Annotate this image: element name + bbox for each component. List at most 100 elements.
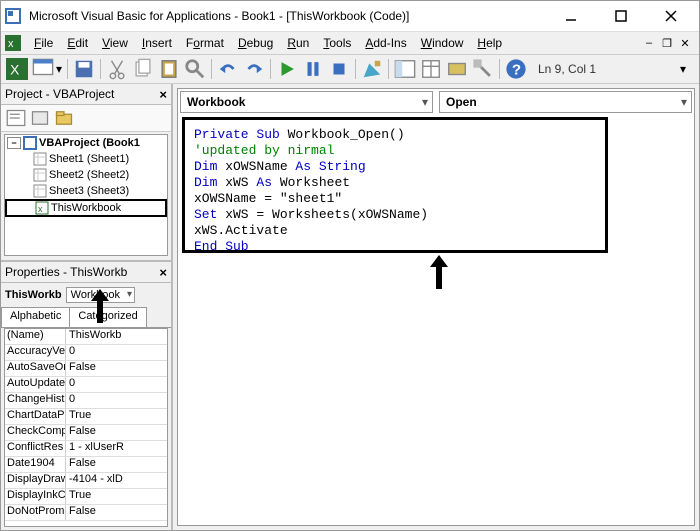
close-button[interactable] <box>655 6 687 26</box>
view-object-icon[interactable] <box>29 108 51 128</box>
menu-help[interactable]: Help <box>470 34 509 52</box>
project-toolbar <box>1 105 171 132</box>
property-value[interactable]: 1 - xlUserR <box>66 441 167 456</box>
property-row[interactable]: AutoUpdate0 <box>5 377 167 393</box>
property-value[interactable]: False <box>66 425 167 440</box>
project-panel-title: Project - VBAProject <box>5 87 114 101</box>
toggle-folders-icon[interactable] <box>53 108 75 128</box>
code-token: 'updated by nirmal <box>194 143 334 158</box>
property-row[interactable]: ChangeHist0 <box>5 393 167 409</box>
worksheet-icon <box>33 184 47 198</box>
menu-run[interactable]: Run <box>280 34 316 52</box>
design-mode-icon[interactable] <box>360 57 384 81</box>
properties-panel: Properties - ThisWorkb × ThisWorkb Workb… <box>1 260 171 530</box>
break-icon[interactable] <box>301 57 325 81</box>
code-editor[interactable]: Private Sub Workbook_Open() 'updated by … <box>178 115 694 525</box>
property-row[interactable]: ChartDataPTrue <box>5 409 167 425</box>
property-value[interactable]: 0 <box>66 377 167 392</box>
paste-icon[interactable] <box>157 57 181 81</box>
code-token: Set <box>194 207 217 222</box>
property-row[interactable]: (Name)ThisWorkb <box>5 329 167 345</box>
mdi-minimize-button[interactable]: – <box>641 36 657 50</box>
project-root-label: VBAProject (Book1 <box>39 137 140 149</box>
project-explorer-icon[interactable] <box>393 57 417 81</box>
project-root[interactable]: − VBAProject (Book1 <box>5 135 167 151</box>
undo-icon[interactable] <box>216 57 240 81</box>
tree-thisworkbook[interactable]: x ThisWorkbook <box>5 199 167 217</box>
object-browser-icon[interactable] <box>445 57 469 81</box>
toolbar-options-dropdown[interactable]: ▾ <box>671 57 695 81</box>
cut-icon[interactable] <box>105 57 129 81</box>
project-tree[interactable]: − VBAProject (Book1 Sheet1 (Sheet1) Shee… <box>4 134 168 256</box>
property-name: ChartDataP <box>5 409 66 424</box>
properties-window-icon[interactable] <box>419 57 443 81</box>
code-token: Worksheet <box>272 175 350 190</box>
redo-icon[interactable] <box>242 57 266 81</box>
menu-tools[interactable]: Tools <box>316 34 358 52</box>
worksheet-icon <box>33 168 47 182</box>
insert-module-icon[interactable] <box>31 57 55 81</box>
property-value[interactable]: True <box>66 409 167 424</box>
properties-panel-close-icon[interactable]: × <box>159 265 167 280</box>
tree-sheet2[interactable]: Sheet2 (Sheet2) <box>5 167 167 183</box>
property-row[interactable]: Date1904False <box>5 457 167 473</box>
tree-collapse-icon[interactable]: − <box>7 137 21 149</box>
property-row[interactable]: CheckCompFalse <box>5 425 167 441</box>
tree-sheet3[interactable]: Sheet3 (Sheet3) <box>5 183 167 199</box>
toolbox-icon[interactable] <box>471 57 495 81</box>
property-row[interactable]: AutoSaveOnFalse <box>5 361 167 377</box>
property-value[interactable]: True <box>66 489 167 504</box>
property-row[interactable]: ConflictRes1 - xlUserR <box>5 441 167 457</box>
property-name: CheckComp <box>5 425 66 440</box>
menu-file[interactable]: File <box>27 34 60 52</box>
window-title: Microsoft Visual Basic for Applications … <box>27 9 555 23</box>
property-name: AccuracyVe <box>5 345 66 360</box>
property-row[interactable]: DoNotPromptFalse <box>5 505 167 521</box>
menu-view[interactable]: View <box>95 34 135 52</box>
procedure-dropdown-value: Open <box>446 95 477 109</box>
mdi-close-button[interactable]: ✕ <box>677 36 693 50</box>
help-icon[interactable]: ? <box>504 57 528 81</box>
tab-alphabetic[interactable]: Alphabetic <box>1 307 70 327</box>
tree-sheet1[interactable]: Sheet1 (Sheet1) <box>5 151 167 167</box>
code-token: End Sub <box>194 239 249 254</box>
find-icon[interactable] <box>183 57 207 81</box>
svg-text:x: x <box>38 204 43 214</box>
property-value[interactable]: False <box>66 361 167 376</box>
object-dropdown[interactable]: Workbook <box>180 91 433 113</box>
properties-grid[interactable]: (Name)ThisWorkbAccuracyVe0AutoSaveOnFals… <box>4 328 168 527</box>
property-value[interactable]: 0 <box>66 393 167 408</box>
save-icon[interactable] <box>72 57 96 81</box>
menu-format[interactable]: Format <box>179 34 231 52</box>
mdi-restore-button[interactable]: ❐ <box>659 36 675 50</box>
annotation-arrow-tree <box>89 289 111 325</box>
menu-window[interactable]: Window <box>414 34 471 52</box>
procedure-dropdown[interactable]: Open <box>439 91 692 113</box>
menu-edit[interactable]: Edit <box>60 34 95 52</box>
property-row[interactable]: DisplayInkCTrue <box>5 489 167 505</box>
insert-module-dropdown[interactable]: ▾ <box>55 62 63 76</box>
menubar: x File Edit View Insert Format Debug Run… <box>1 32 699 55</box>
view-code-icon[interactable] <box>5 108 27 128</box>
menu-insert[interactable]: Insert <box>135 34 179 52</box>
property-value[interactable]: 0 <box>66 345 167 360</box>
maximize-button[interactable] <box>605 6 637 26</box>
reset-icon[interactable] <box>327 57 351 81</box>
minimize-button[interactable] <box>555 6 587 26</box>
annotation-arrow-code <box>428 255 450 291</box>
property-value[interactable]: ThisWorkb <box>66 329 167 344</box>
project-panel-close-icon[interactable]: × <box>159 87 167 102</box>
copy-icon[interactable] <box>131 57 155 81</box>
menu-debug[interactable]: Debug <box>231 34 280 52</box>
property-value[interactable]: -4104 - xlD <box>66 473 167 488</box>
property-row[interactable]: AccuracyVe0 <box>5 345 167 361</box>
property-value[interactable]: False <box>66 457 167 472</box>
property-row[interactable]: DisplayDraw-4104 - xlD <box>5 473 167 489</box>
menu-addins[interactable]: Add-Ins <box>358 34 413 52</box>
worksheet-icon <box>33 152 47 166</box>
run-icon[interactable] <box>275 57 299 81</box>
property-value[interactable]: False <box>66 505 167 520</box>
properties-object-selector[interactable]: ThisWorkb Workbook <box>1 283 171 307</box>
view-excel-icon[interactable]: X <box>5 57 29 81</box>
property-name: ConflictRes <box>5 441 66 456</box>
